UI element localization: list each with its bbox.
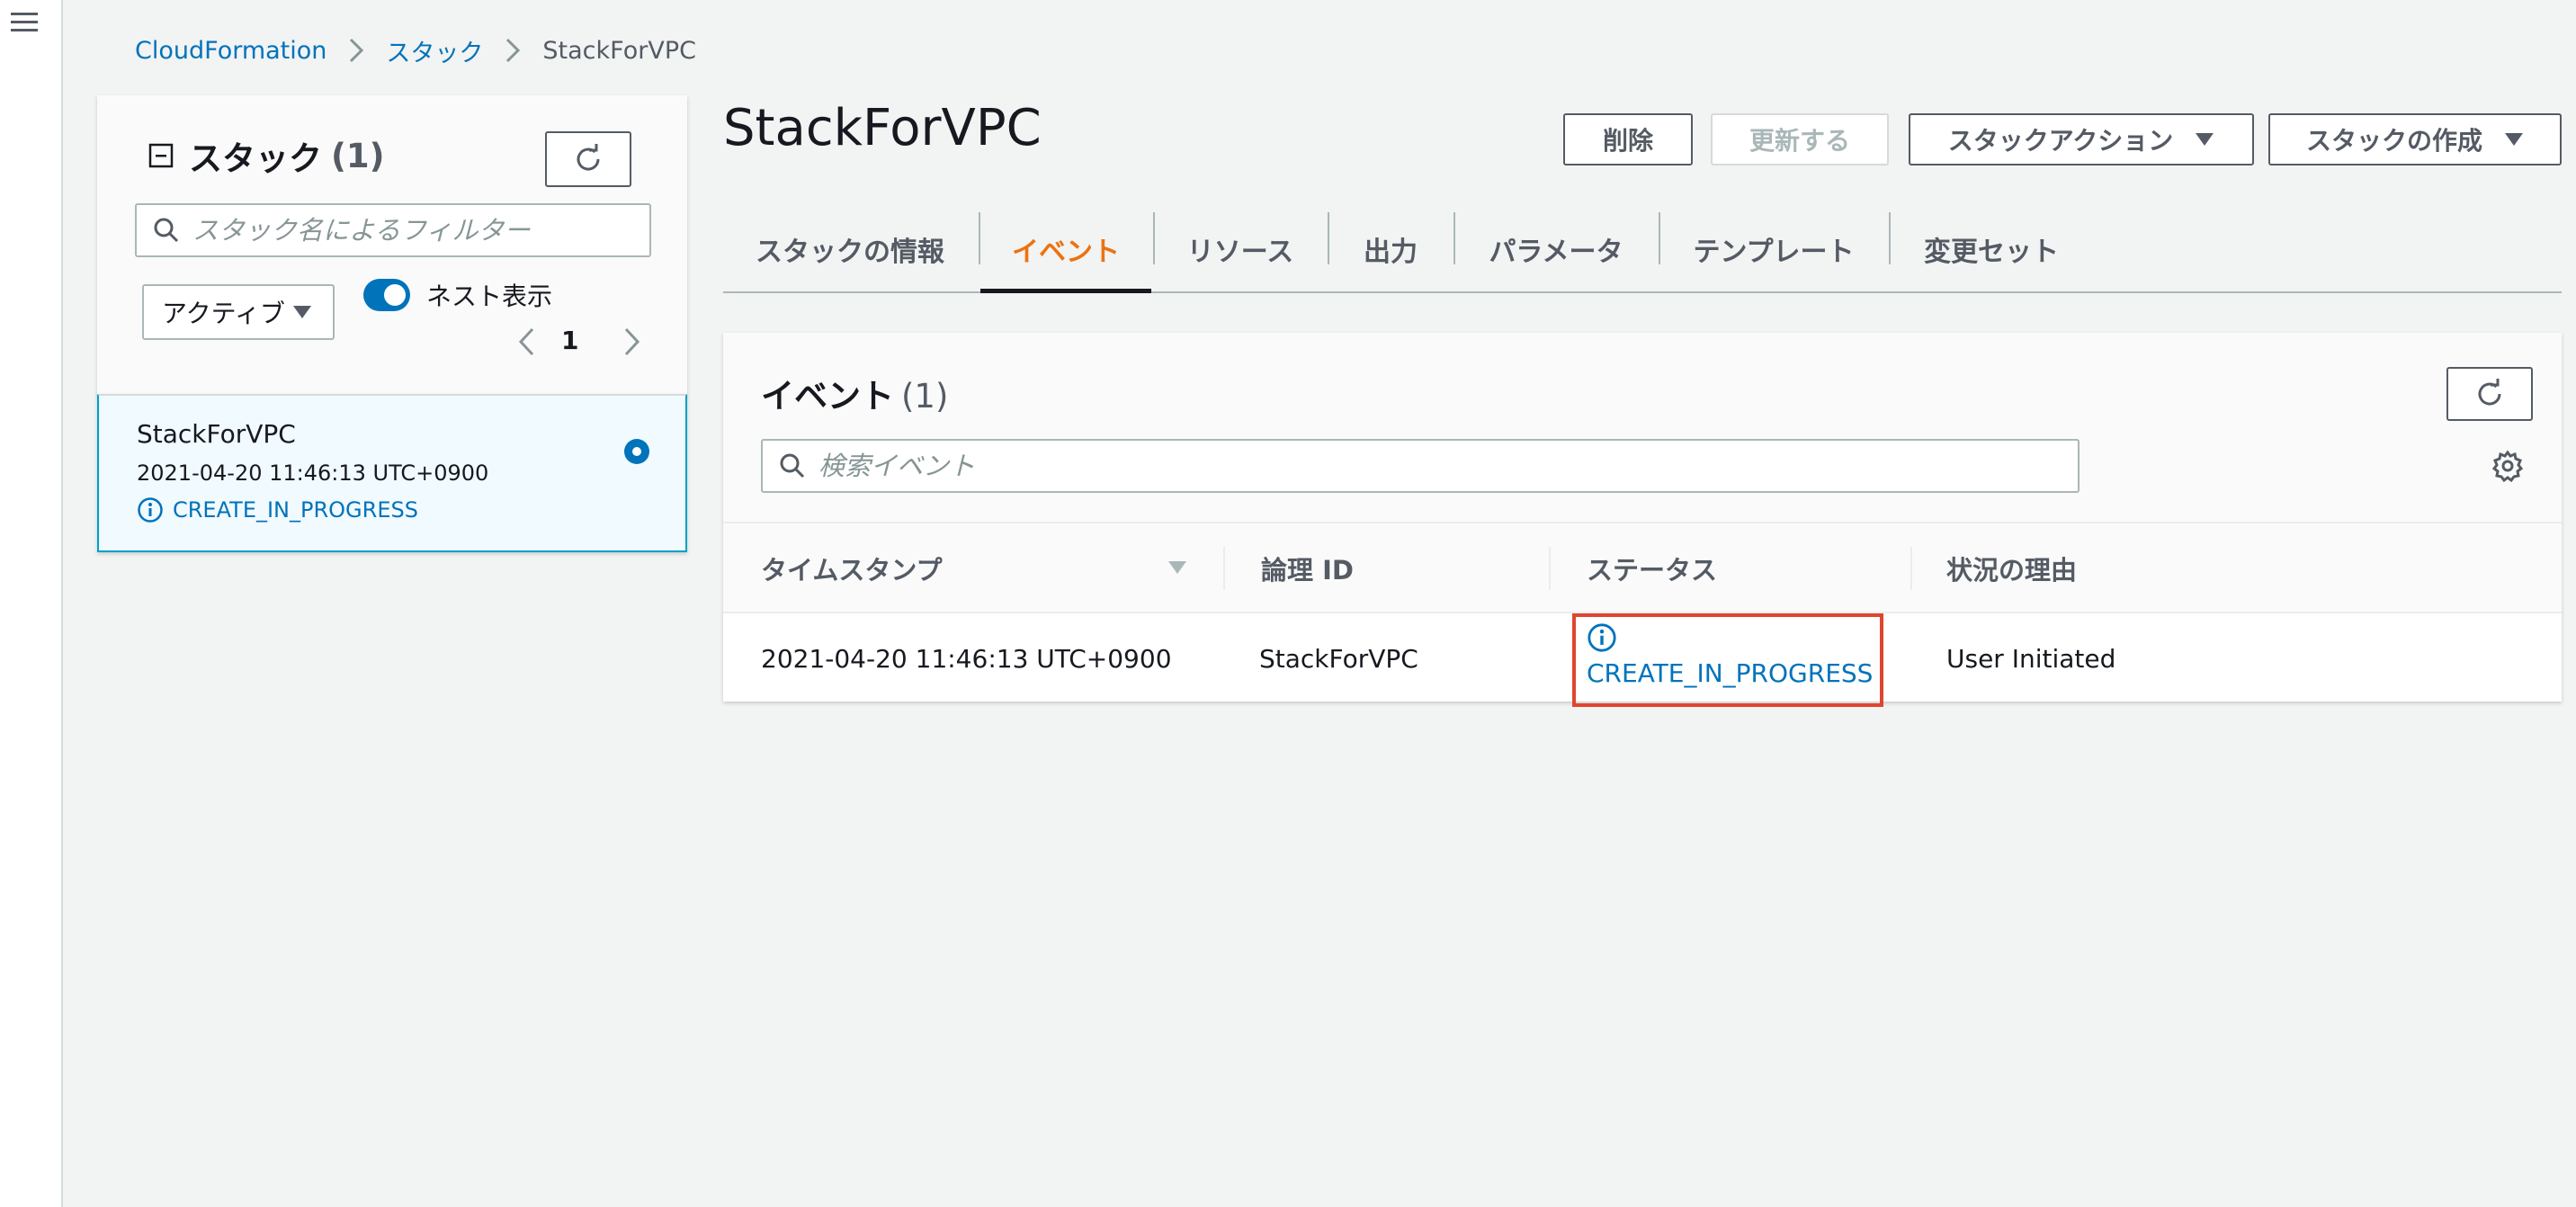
breadcrumb-cloudformation[interactable]: CloudFormation bbox=[135, 37, 326, 65]
tab-template[interactable]: テンプレート bbox=[1660, 207, 1887, 291]
tab-divider bbox=[979, 212, 980, 264]
radio-dot bbox=[632, 447, 641, 456]
status-filter-select[interactable]: アクティブ bbox=[142, 284, 335, 340]
create-stack-button[interactable]: スタックの作成 bbox=[2268, 113, 2562, 165]
event-logical-id: StackForVPC bbox=[1259, 643, 1418, 674]
tab-divider bbox=[1453, 212, 1455, 264]
tab-change-sets[interactable]: 変更セット bbox=[1891, 207, 2092, 291]
update-button[interactable]: 更新する bbox=[1711, 113, 1889, 165]
stack-card-status-text: CREATE_IN_PROGRESS bbox=[173, 497, 418, 523]
caret-down-icon bbox=[292, 304, 312, 320]
side-nav-rail bbox=[0, 0, 63, 1207]
events-refresh-button[interactable] bbox=[2446, 367, 2533, 421]
stack-card-timestamp: 2021-04-20 11:46:13 UTC+0900 bbox=[137, 460, 489, 486]
gear-icon[interactable] bbox=[2491, 450, 2524, 482]
stack-actions-label: スタックアクション bbox=[1947, 126, 2174, 156]
column-divider bbox=[1910, 547, 1912, 590]
event-search-input[interactable] bbox=[818, 451, 2078, 481]
stacks-panel-title: スタック bbox=[189, 139, 322, 178]
info-icon bbox=[137, 496, 164, 523]
tab-stack-info[interactable]: スタックの情報 bbox=[723, 207, 977, 291]
caret-down-icon bbox=[2504, 131, 2524, 148]
caret-down-icon bbox=[2195, 131, 2214, 148]
event-reason: User Initiated bbox=[1946, 643, 2116, 674]
search-icon bbox=[153, 217, 180, 244]
refresh-icon bbox=[572, 143, 604, 175]
delete-button[interactable]: 削除 bbox=[1563, 113, 1693, 165]
chevron-left-icon[interactable] bbox=[516, 326, 538, 358]
event-status[interactable]: CREATE_IN_PROGRESS bbox=[1587, 658, 1880, 688]
column-divider bbox=[1223, 547, 1225, 590]
tab-events[interactable]: イベント bbox=[980, 207, 1151, 293]
column-header-timestamp[interactable]: タイムスタンプ bbox=[761, 523, 943, 613]
table-row: 2021-04-20 11:46:13 UTC+0900 StackForVPC… bbox=[723, 612, 2562, 707]
delete-button-label: 削除 bbox=[1602, 126, 1653, 156]
column-divider bbox=[1549, 547, 1551, 590]
refresh-icon bbox=[2473, 378, 2506, 410]
stack-select-radio[interactable] bbox=[624, 439, 649, 464]
stack-actions-button[interactable]: スタックアクション bbox=[1909, 113, 2254, 165]
events-title-text: イベント bbox=[761, 377, 894, 416]
events-count: (1) bbox=[901, 377, 949, 416]
tab-divider bbox=[1889, 212, 1891, 264]
sort-caret-icon[interactable] bbox=[1167, 559, 1187, 576]
tab-resources[interactable]: リソース bbox=[1155, 207, 1326, 291]
stack-card-status: CREATE_IN_PROGRESS bbox=[137, 496, 418, 523]
event-timestamp: 2021-04-20 11:46:13 UTC+0900 bbox=[761, 643, 1172, 674]
column-header-logical-id[interactable]: 論理 ID bbox=[1261, 523, 1354, 613]
stacks-panel: スタック (1) アクティブ ネスト表示 1 bbox=[97, 95, 687, 396]
breadcrumb-stacks[interactable]: スタック bbox=[386, 33, 483, 68]
events-table-header: タイムスタンプ 論理 ID ステータス 状況の理由 bbox=[723, 522, 2562, 612]
nested-view-toggle[interactable] bbox=[363, 279, 410, 311]
breadcrumb-current: StackForVPC bbox=[542, 36, 696, 65]
tab-divider bbox=[1153, 212, 1155, 264]
breadcrumb: CloudFormation スタック StackForVPC bbox=[135, 32, 696, 68]
stack-card[interactable]: StackForVPC 2021-04-20 11:46:13 UTC+0900… bbox=[97, 394, 687, 552]
search-icon bbox=[779, 452, 806, 479]
chevron-right-icon bbox=[505, 37, 521, 64]
collapse-icon[interactable] bbox=[148, 142, 174, 169]
menu-icon[interactable] bbox=[11, 11, 40, 34]
chevron-right-icon bbox=[348, 37, 364, 64]
column-header-reason[interactable]: 状況の理由 bbox=[1946, 523, 2077, 613]
stacks-panel-header: スタック (1) bbox=[148, 133, 385, 178]
tab-parameters[interactable]: パラメータ bbox=[1455, 207, 1657, 291]
toggle-knob bbox=[384, 284, 406, 306]
stack-detail-tabs: スタックの情報 イベント リソース 出力 パラメータ テンプレート 変更セット bbox=[723, 207, 2562, 293]
tab-outputs[interactable]: 出力 bbox=[1329, 207, 1452, 291]
event-search-field[interactable] bbox=[761, 439, 2080, 493]
event-status-highlight: CREATE_IN_PROGRESS bbox=[1572, 613, 1883, 707]
stack-card-name: StackForVPC bbox=[137, 419, 296, 449]
chevron-right-icon[interactable] bbox=[621, 326, 642, 358]
events-title: イベント (1) bbox=[761, 369, 948, 417]
status-filter-value: アクティブ bbox=[162, 299, 285, 328]
stack-detail-title: StackForVPC bbox=[723, 99, 1042, 157]
tab-divider bbox=[1659, 212, 1660, 264]
nested-view-label: ネスト表示 bbox=[426, 282, 553, 311]
stacks-refresh-button[interactable] bbox=[545, 131, 631, 187]
stack-filter-field[interactable] bbox=[135, 203, 651, 257]
info-icon bbox=[1587, 622, 1880, 653]
stack-filter-input[interactable] bbox=[192, 215, 649, 246]
events-panel: イベント(1) タイムスタンプ 論理 ID ステータス 状況の理由 2 bbox=[723, 333, 2562, 707]
tab-divider bbox=[1328, 212, 1329, 264]
update-button-label: 更新する bbox=[1749, 126, 1850, 156]
column-header-status[interactable]: ステータス bbox=[1587, 523, 1717, 613]
pagination-page[interactable]: 1 bbox=[561, 326, 578, 355]
stacks-panel-count: (1) bbox=[331, 136, 385, 175]
create-stack-label: スタックの作成 bbox=[2305, 126, 2482, 156]
